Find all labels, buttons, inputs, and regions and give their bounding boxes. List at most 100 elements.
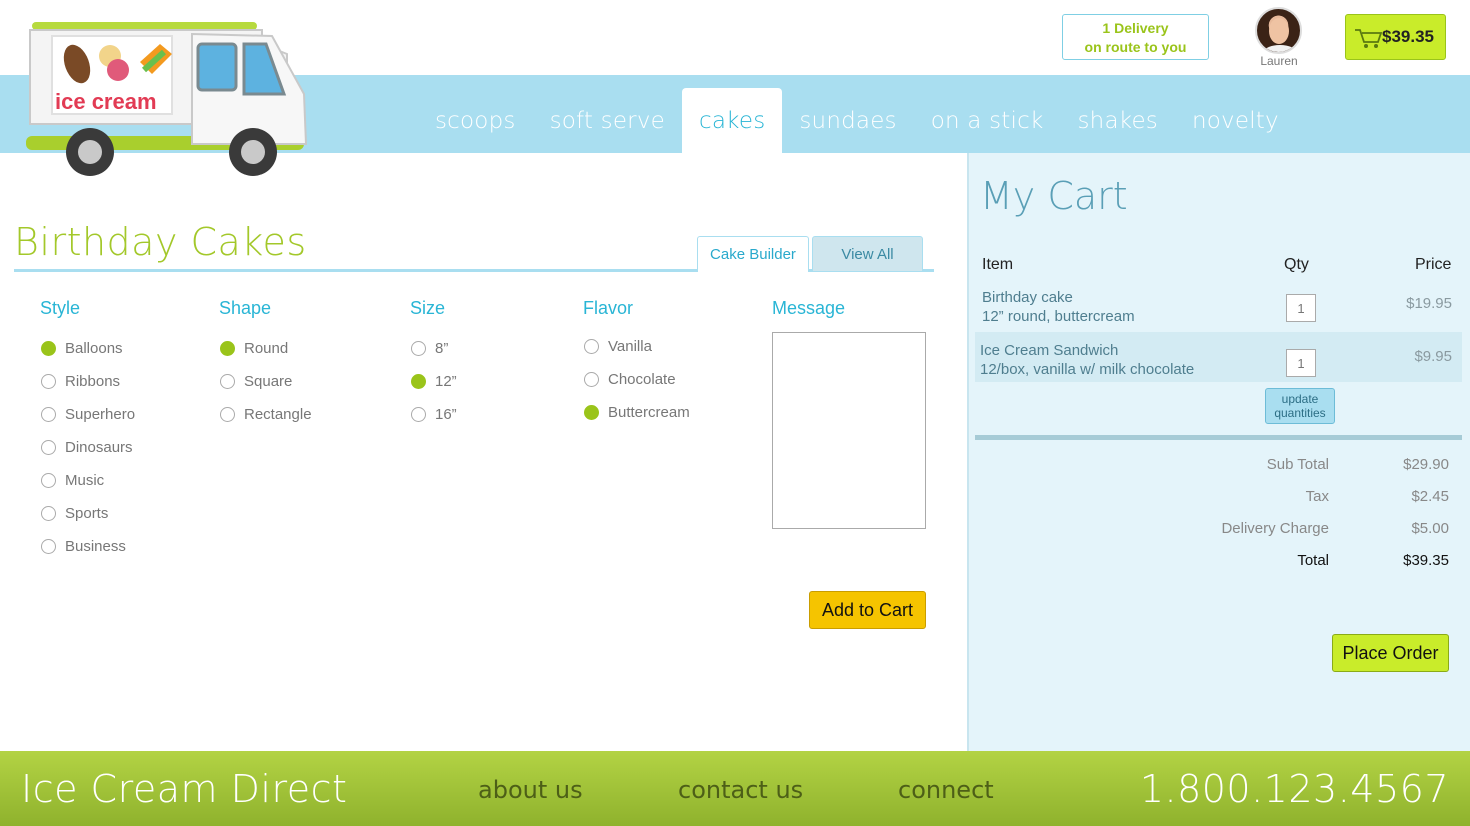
cart-button[interactable]: $39.35: [1345, 14, 1446, 60]
user-avatar[interactable]: [1255, 7, 1302, 54]
flavor-option-buttercream[interactable]: Buttercream: [583, 396, 690, 429]
avatar-shirt: [1263, 45, 1297, 52]
page-title: Birthday Cakes: [14, 220, 307, 264]
radio-unselected[interactable]: [584, 339, 599, 354]
radio-selected[interactable]: [41, 341, 56, 356]
radio-unselected[interactable]: [41, 473, 56, 488]
cart-col-qty: Qty: [1284, 256, 1309, 273]
cart-col-price: Price: [1415, 256, 1452, 273]
radio-unselected[interactable]: [411, 341, 426, 356]
tab-cake-builder[interactable]: Cake Builder: [697, 236, 809, 272]
style-group: Style Balloons Ribbons Superhero Dinosau…: [40, 298, 135, 563]
radio-selected[interactable]: [584, 405, 599, 420]
style-option-sports[interactable]: Sports: [40, 497, 135, 530]
style-option-music[interactable]: Music: [40, 464, 135, 497]
total-label: Total: [1297, 552, 1329, 569]
option-label: Chocolate: [608, 371, 676, 388]
flavor-option-chocolate[interactable]: Chocolate: [583, 363, 690, 396]
delivery-status: on route to you: [1084, 39, 1187, 55]
style-option-superhero[interactable]: Superhero: [40, 398, 135, 431]
update-label: quantities: [1274, 406, 1326, 420]
radio-unselected[interactable]: [41, 506, 56, 521]
size-option-16[interactable]: 16”: [410, 398, 457, 431]
style-heading: Style: [40, 298, 81, 318]
radio-unselected[interactable]: [41, 374, 56, 389]
cart-item-2-price: $9.95: [1414, 348, 1452, 365]
radio-unselected[interactable]: [220, 407, 235, 422]
place-order-button[interactable]: Place Order: [1332, 634, 1449, 672]
option-label: 12”: [435, 373, 457, 390]
radio-selected[interactable]: [411, 374, 426, 389]
tax-value: $2.45: [1411, 488, 1449, 505]
nav-item-scoops[interactable]: scoops: [418, 88, 533, 153]
radio-unselected[interactable]: [411, 407, 426, 422]
size-heading: Size: [410, 298, 446, 318]
size-option-12[interactable]: 12”: [410, 365, 457, 398]
nav-item-novelty[interactable]: novelty: [1175, 88, 1296, 153]
subtotal-label: Sub Total: [1266, 456, 1329, 473]
radio-unselected[interactable]: [220, 374, 235, 389]
footer-brand: Ice Cream Direct: [21, 767, 348, 811]
shape-option-rectangle[interactable]: Rectangle: [219, 398, 312, 431]
style-option-balloons[interactable]: Balloons: [40, 332, 135, 365]
shape-heading: Shape: [219, 298, 272, 318]
tax-label: Tax: [1305, 488, 1329, 505]
cart-item-1-qty[interactable]: 1: [1286, 294, 1316, 322]
cart-item-1: Birthday cake 12” round, buttercream: [982, 288, 1135, 326]
cart-item-detail: 12/box, vanilla w/ milk chocolate: [980, 361, 1195, 378]
size-group: Size 8” 12” 16”: [410, 298, 457, 431]
radio-unselected[interactable]: [41, 539, 56, 554]
nav-item-shakes[interactable]: shakes: [1060, 88, 1175, 153]
option-label: Round: [244, 340, 289, 357]
option-label: 8”: [435, 340, 449, 357]
avatar-face: [1269, 18, 1289, 44]
nav-item-soft-serve[interactable]: soft serve: [533, 88, 682, 153]
radio-selected[interactable]: [220, 341, 235, 356]
cart-item-2-qty[interactable]: 1: [1286, 349, 1316, 377]
footer-link-connect[interactable]: connect: [898, 776, 994, 804]
option-label: 16”: [435, 406, 457, 423]
cart-item-detail: 12” round, buttercream: [982, 308, 1135, 325]
user-name: Lauren: [1260, 54, 1298, 68]
delivery-charge-label: Delivery Charge: [1221, 520, 1329, 537]
shape-option-round[interactable]: Round: [219, 332, 312, 365]
main-nav: scoops soft serve cakes sundaes on a sti…: [418, 88, 1296, 153]
option-label: Ribbons: [65, 373, 121, 390]
radio-unselected[interactable]: [41, 440, 56, 455]
logo-text: ice cream: [55, 89, 157, 114]
shape-option-square[interactable]: Square: [219, 365, 312, 398]
cart-total: $39.35: [1382, 27, 1434, 46]
nav-item-cakes[interactable]: cakes: [682, 88, 783, 153]
cart-item-2: Ice Cream Sandwich 12/box, vanilla w/ mi…: [980, 341, 1194, 379]
cart-title: My Cart: [980, 174, 1128, 218]
option-label: Music: [65, 472, 105, 489]
cart-item-name: Birthday cake: [982, 289, 1073, 306]
radio-unselected[interactable]: [584, 372, 599, 387]
subtotal-value: $29.90: [1403, 456, 1449, 473]
option-label: Superhero: [65, 406, 136, 423]
nav-item-sundaes[interactable]: sundaes: [782, 88, 913, 153]
message-group: Message: [772, 298, 845, 332]
size-option-8[interactable]: 8”: [410, 332, 457, 365]
message-input[interactable]: [772, 332, 926, 529]
total-value: $39.35: [1403, 552, 1449, 569]
style-option-ribbons[interactable]: Ribbons: [40, 365, 135, 398]
option-label: Rectangle: [244, 406, 312, 423]
option-label: Vanilla: [608, 338, 652, 355]
update-quantities-button[interactable]: update quantities: [1265, 388, 1335, 424]
shopping-cart-icon: [1355, 29, 1383, 48]
option-label: Square: [244, 373, 293, 390]
cart-divider: [975, 435, 1462, 440]
nav-item-on-a-stick[interactable]: on a stick: [914, 88, 1061, 153]
add-to-cart-button[interactable]: Add to Cart: [809, 591, 926, 629]
flavor-option-vanilla[interactable]: Vanilla: [583, 330, 690, 363]
style-option-business[interactable]: Business: [40, 530, 135, 563]
style-option-dinosaurs[interactable]: Dinosaurs: [40, 431, 135, 464]
ice-cream-truck-logo[interactable]: ice cream: [22, 14, 312, 184]
footer-link-about[interactable]: about us: [478, 776, 583, 804]
footer-link-contact[interactable]: contact us: [678, 776, 803, 804]
radio-unselected[interactable]: [41, 407, 56, 422]
delivery-status-badge[interactable]: 1 Delivery on route to you: [1062, 14, 1209, 60]
tab-view-all[interactable]: View All: [812, 236, 923, 272]
footer-phone: 1.800.123.4567: [1139, 767, 1449, 811]
